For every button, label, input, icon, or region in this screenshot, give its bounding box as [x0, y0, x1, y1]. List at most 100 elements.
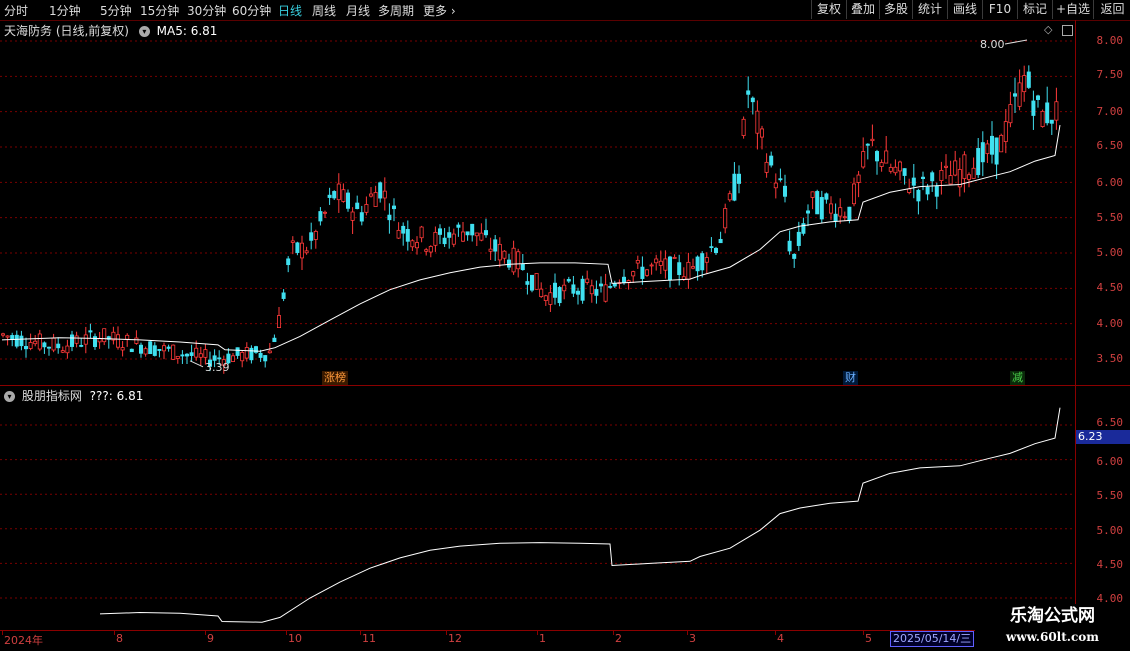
candle [1036, 94, 1041, 108]
candle [534, 273, 539, 290]
candle [318, 207, 323, 226]
candle-body [806, 210, 811, 214]
candle [580, 275, 585, 304]
indicator-dropdown-icon[interactable]: ▾ [4, 391, 15, 402]
candle-body [1054, 101, 1059, 121]
candle-body [534, 273, 539, 290]
indicator-tick: 4.50 [1096, 558, 1124, 571]
draw-line-button[interactable]: 画线 [947, 0, 982, 19]
candle [433, 226, 438, 252]
candle-body [925, 186, 930, 195]
panel-toggle-icon[interactable] [1061, 24, 1073, 36]
back-button[interactable]: 返回 [1093, 0, 1130, 19]
candle-body [990, 135, 995, 155]
date-label: 3 [689, 632, 696, 645]
candle-body [562, 284, 567, 292]
candle [309, 222, 314, 250]
candle-body [244, 347, 249, 359]
period-1min[interactable]: 1分钟 [49, 2, 81, 19]
candle [640, 256, 645, 285]
event-marker-finance[interactable]: 财 [843, 371, 858, 385]
candle [341, 183, 346, 203]
candle-body [654, 258, 659, 264]
kline-chart[interactable]: 8.00 3.39 [0, 20, 1075, 385]
candle-body [971, 167, 976, 179]
candle [980, 131, 985, 177]
candle-body [769, 155, 774, 166]
diamond-icon[interactable]: ◇ [1044, 23, 1052, 36]
candle [506, 253, 511, 271]
candle-body [612, 283, 617, 287]
fuquan-button[interactable]: 复权 [811, 0, 846, 19]
date-label: 11 [362, 632, 376, 645]
candle-body [985, 143, 990, 155]
candle [488, 237, 493, 260]
f10-button[interactable]: F10 [982, 0, 1017, 19]
candle [617, 279, 622, 289]
period-more[interactable]: 更多 › [423, 2, 456, 19]
indicator-chart[interactable] [0, 386, 1075, 630]
stats-button[interactable]: 统计 [912, 0, 947, 19]
candle [585, 270, 590, 285]
candle [276, 307, 281, 329]
candle-body [336, 183, 341, 201]
candle-body [764, 161, 769, 173]
period-daily[interactable]: 日线 [278, 2, 302, 19]
candle [447, 226, 452, 249]
candle-body [129, 348, 134, 353]
period-weekly[interactable]: 周线 [312, 2, 336, 19]
price-tick: 7.00 [1096, 105, 1124, 118]
candle-body [760, 128, 765, 138]
candle-body [276, 315, 281, 329]
event-marker-reduce[interactable]: 减 [1010, 371, 1025, 385]
candle-body [152, 345, 157, 356]
candle-body [907, 188, 912, 193]
candle-body [557, 287, 562, 304]
candle [299, 235, 304, 270]
candle-body [263, 355, 268, 362]
period-30min[interactable]: 30分钟 [187, 2, 226, 19]
overlay-button[interactable]: 叠加 [846, 0, 879, 19]
date-label: 9 [207, 632, 214, 645]
kline-panel[interactable]: 8.00 3.39 [0, 20, 1075, 385]
indicator-panel[interactable] [0, 386, 1075, 630]
candle [516, 248, 521, 278]
period-60min[interactable]: 60分钟 [232, 2, 271, 19]
indicator-settings-icon[interactable]: ▾ [138, 26, 150, 37]
candle-body [189, 352, 194, 356]
event-marker-zhangbang[interactable]: 涨榜 [322, 371, 348, 385]
candle-body [382, 190, 387, 199]
candle-body [359, 212, 364, 222]
candle [727, 190, 732, 202]
candle-body [916, 189, 921, 202]
candle-body [309, 232, 314, 241]
period-multi[interactable]: 多周期 [378, 2, 414, 19]
add-favorite-button[interactable]: +自选 [1052, 0, 1093, 19]
date-tick [205, 631, 206, 635]
period-monthly[interactable]: 月线 [346, 2, 370, 19]
candle [493, 235, 498, 262]
candle [589, 279, 594, 303]
candle-body [79, 345, 84, 347]
candle-body [566, 279, 571, 282]
candle-body [295, 242, 300, 253]
mark-button[interactable]: 标记 [1017, 0, 1052, 19]
candle [833, 203, 838, 228]
candle-body [157, 348, 162, 351]
candle-body [921, 176, 926, 180]
candle-body [553, 282, 558, 298]
candle [37, 329, 42, 352]
period-5min[interactable]: 5分钟 [100, 2, 132, 19]
period-fenshi[interactable]: 分时 [4, 2, 28, 19]
candle [60, 346, 65, 354]
multi-stock-button[interactable]: 多股 [879, 0, 912, 19]
period-15min[interactable]: 15分钟 [140, 2, 179, 19]
candle [934, 182, 939, 210]
candle-body [727, 193, 732, 201]
watermark-title: 乐淘公式网 [1010, 606, 1095, 626]
candle-body [603, 284, 608, 302]
candle [327, 187, 332, 205]
candle [424, 247, 429, 256]
candle-body [658, 260, 663, 266]
candle [106, 335, 111, 349]
